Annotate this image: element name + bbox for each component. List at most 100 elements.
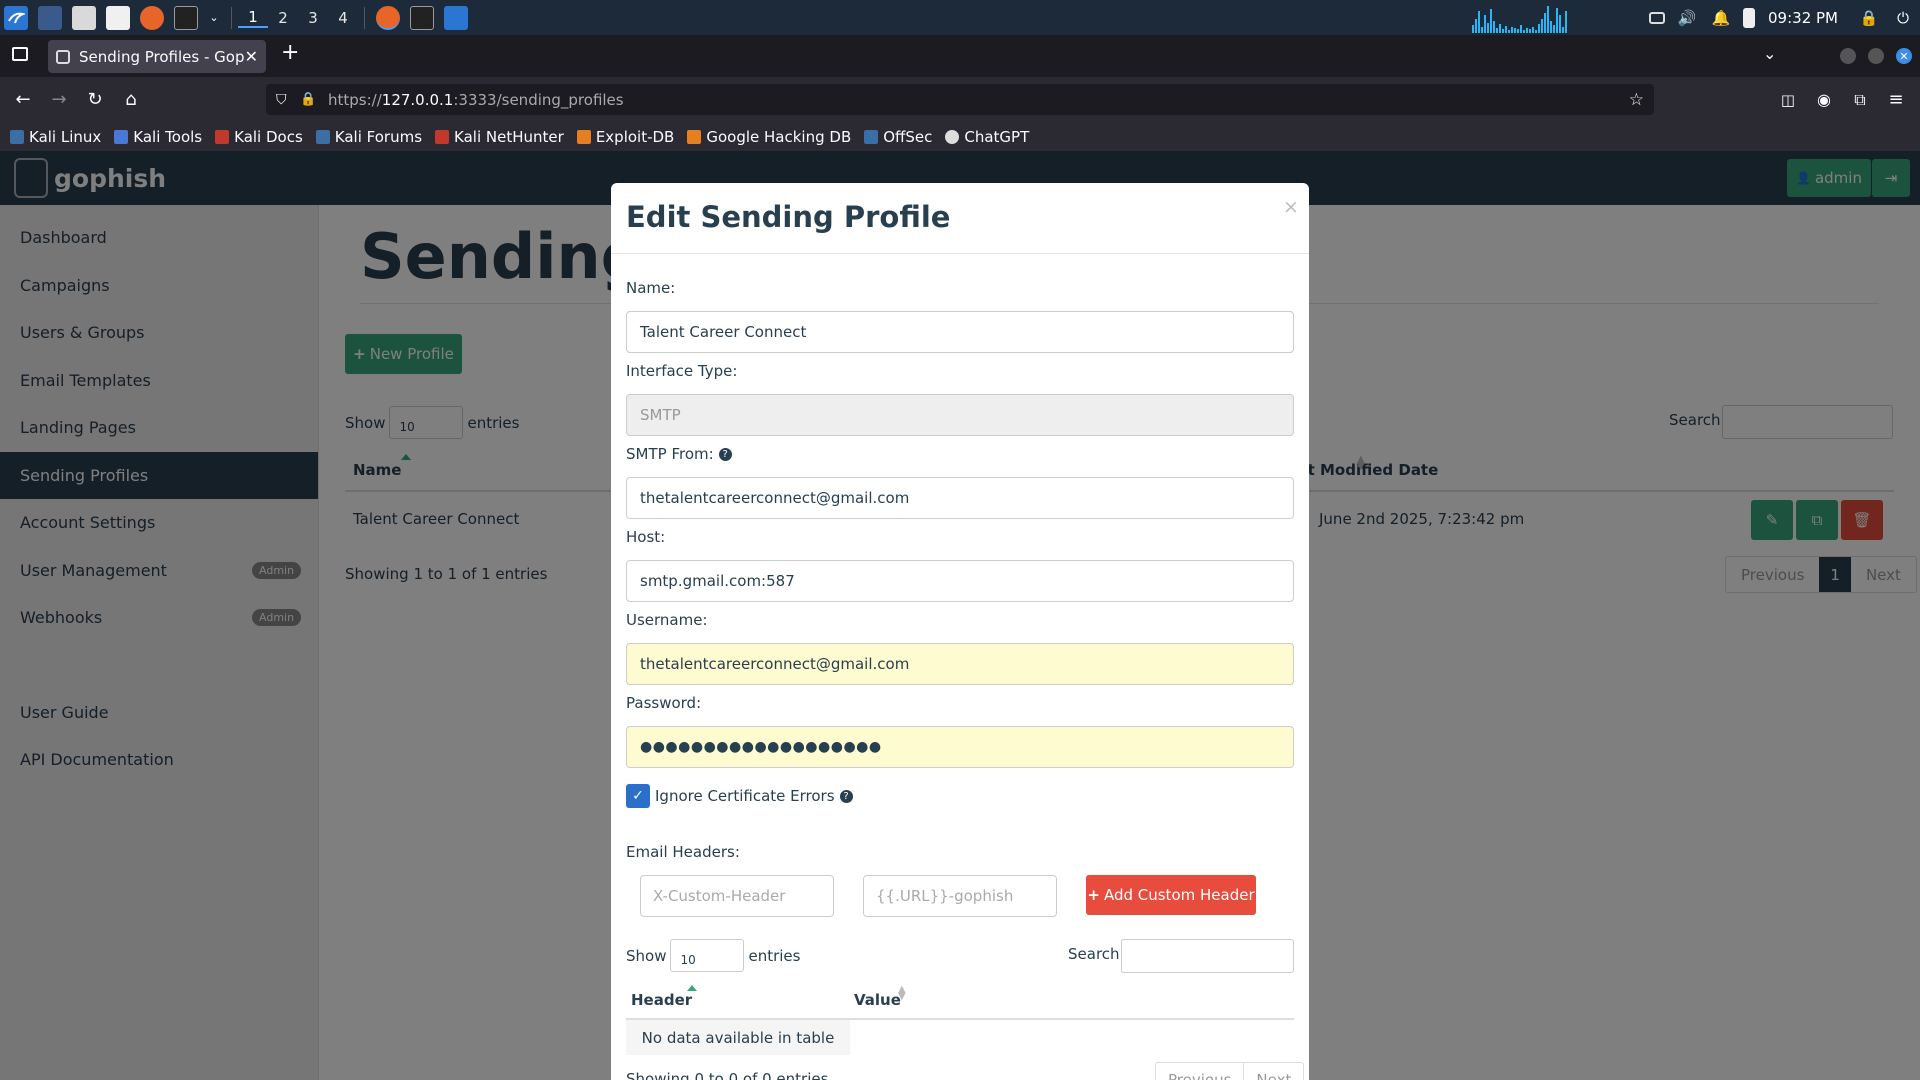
account-icon[interactable]: ◉ [1809,77,1839,122]
bookmark-chatgpt[interactable]: ChatGPT [945,128,1029,146]
shield-icon[interactable]: ⛉ [276,92,287,108]
workspace-4[interactable]: 4 [328,9,358,27]
headers-entries-select[interactable]: 10 [670,939,745,972]
password-field[interactable]: ●●●●●●●●●●●●●●●●●●● [626,726,1294,768]
battery-icon[interactable] [1743,7,1756,28]
files-icon[interactable] [72,5,96,30]
sort-asc-icon[interactable] [687,985,697,991]
volume-icon[interactable]: 🔊 [1675,6,1699,30]
username-field[interactable]: thetalentcareerconnect@gmail.com [626,643,1294,685]
bookmark-kali-docs[interactable]: Kali Docs [215,128,303,146]
header-key-input[interactable]: X-Custom-Header [640,875,834,917]
desktop-icon[interactable] [38,5,62,30]
offsec-favicon-icon [864,129,879,144]
cpu-graph-bar [1541,18,1544,33]
kali-docs-favicon-icon [215,129,230,144]
browser-tab-bar: Sending Profiles - Gophish ✕ + ⌄ ✕ [0,35,1920,77]
reload-icon[interactable]: ↻ [80,77,110,122]
tab-overview-icon[interactable] [12,47,28,61]
terminal-icon[interactable] [174,5,198,30]
plus-icon: + [1087,886,1100,904]
url-host: 127.0.0.1 [381,90,454,109]
bookmark-google-hacking-db[interactable]: Google Hacking DB [687,128,851,146]
ignore-cert-label-wrap: Ignore Certificate Errors? [655,787,853,805]
bookmark-kali-linux[interactable]: Kali Linux [10,128,101,146]
bookmark-kali-tools[interactable]: Kali Tools [114,128,202,146]
text-editor-icon[interactable] [106,5,130,30]
list-all-tabs-icon[interactable]: ⌄ [1763,44,1776,63]
workspace-3[interactable]: 3 [298,9,328,27]
password-label: Password: [626,694,702,712]
smtp-from-field[interactable]: thetalentcareerconnect@gmail.com [626,477,1294,519]
chevron-down-icon[interactable]: ⌄ [208,6,220,30]
window-close-button[interactable]: ✕ [1896,48,1912,64]
column-header-header[interactable]: Header [631,991,692,1009]
window-minimize-button[interactable] [1840,48,1856,64]
taskbar-separator [364,6,365,29]
pocket-icon[interactable]: ◫ [1773,77,1803,122]
cpu-graph-bar [1496,27,1499,33]
notification-bell-icon[interactable]: 🔔 [1709,6,1733,30]
kali-menu-icon[interactable] [4,5,28,30]
lock-warning-icon[interactable]: 🔒 [300,92,316,107]
new-tab-button[interactable]: + [281,40,299,65]
headers-table-info: Showing 0 to 0 of 0 entries [626,1070,829,1080]
bookmark-label: ChatGPT [964,127,1030,146]
extensions-icon[interactable]: ⧉ [1845,77,1875,122]
terminal-window-icon[interactable] [410,5,434,30]
display-icon[interactable] [1649,11,1666,24]
firefox-icon[interactable] [140,5,164,30]
power-icon[interactable]: ⏻ [1891,6,1915,30]
home-icon[interactable]: ⌂ [116,77,146,122]
headers-previous-button[interactable]: Previous [1156,1063,1245,1080]
cpu-graph-bar [1514,27,1517,33]
cpu-graph-bar [1484,14,1487,33]
cpu-graph-bar [1490,8,1493,33]
cpu-graph-bar [1502,28,1505,33]
ignore-certificate-errors-checkbox[interactable]: ✓ [626,784,650,808]
bookmark-star-icon[interactable]: ☆ [1629,90,1644,110]
header-value-input[interactable]: {{.URL}}-gophish [863,875,1057,917]
cpu-graph-bar [1553,24,1556,33]
firefox-window-icon[interactable] [376,5,400,30]
cpu-graph-bar [1499,23,1502,33]
bookmark-label: OffSec [883,127,933,146]
add-custom-header-button[interactable]: + Add Custom Header [1086,875,1256,915]
app-window-icon[interactable] [444,5,468,30]
url-bar[interactable]: ⛉ 🔒 https://127.0.0.1:3333/sending_profi… [266,84,1654,115]
bookmark-label: Kali NetHunter [454,127,564,146]
tab-sending-profiles[interactable]: Sending Profiles - Gophish ✕ [48,40,266,73]
clock[interactable]: 09:32 PM [1768,9,1838,27]
username-label: Username: [626,611,708,629]
email-headers-label: Email Headers: [626,843,740,861]
host-field[interactable]: smtp.gmail.com:587 [626,560,1294,602]
bookmark-exploit-db[interactable]: Exploit-DB [576,128,674,146]
cpu-graph-bar [1508,29,1511,33]
cpu-usage-graph [1472,3,1632,33]
workspace-2[interactable]: 2 [268,9,298,27]
checkmark-icon: ✓ [632,788,644,804]
close-icon[interactable]: × [1283,196,1299,218]
name-field[interactable]: Talent Career Connect [626,311,1294,353]
window-maximize-button[interactable] [1868,48,1884,64]
bookmark-kali-forums[interactable]: Kali Forums [315,127,423,146]
column-header-value[interactable]: Value [854,991,901,1009]
menu-icon[interactable]: ≡ [1881,77,1911,122]
bookmark-label: Kali Forums [334,127,423,146]
headers-search-input[interactable] [1121,939,1294,973]
cpu-graph-bar [1475,18,1478,33]
close-tab-icon[interactable]: ✕ [245,47,258,66]
kali-nethunter-favicon-icon [435,129,450,144]
lock-icon[interactable]: 🔒 [1857,6,1881,30]
help-icon[interactable]: ? [718,448,732,461]
bookmark-offsec[interactable]: OffSec [864,128,932,146]
forward-arrow-icon[interactable]: → [44,77,74,122]
interface-type-field: SMTP [626,394,1294,436]
workspace-1[interactable]: 1 [238,8,268,28]
cpu-graph-bar [1532,26,1535,33]
help-icon[interactable]: ? [839,790,853,803]
sort-both-icon[interactable]: ▲▼ [898,985,906,1002]
headers-next-button[interactable]: Next [1244,1063,1303,1080]
back-arrow-icon[interactable]: ← [8,77,38,122]
bookmark-kali-nethunter[interactable]: Kali NetHunter [435,128,564,146]
